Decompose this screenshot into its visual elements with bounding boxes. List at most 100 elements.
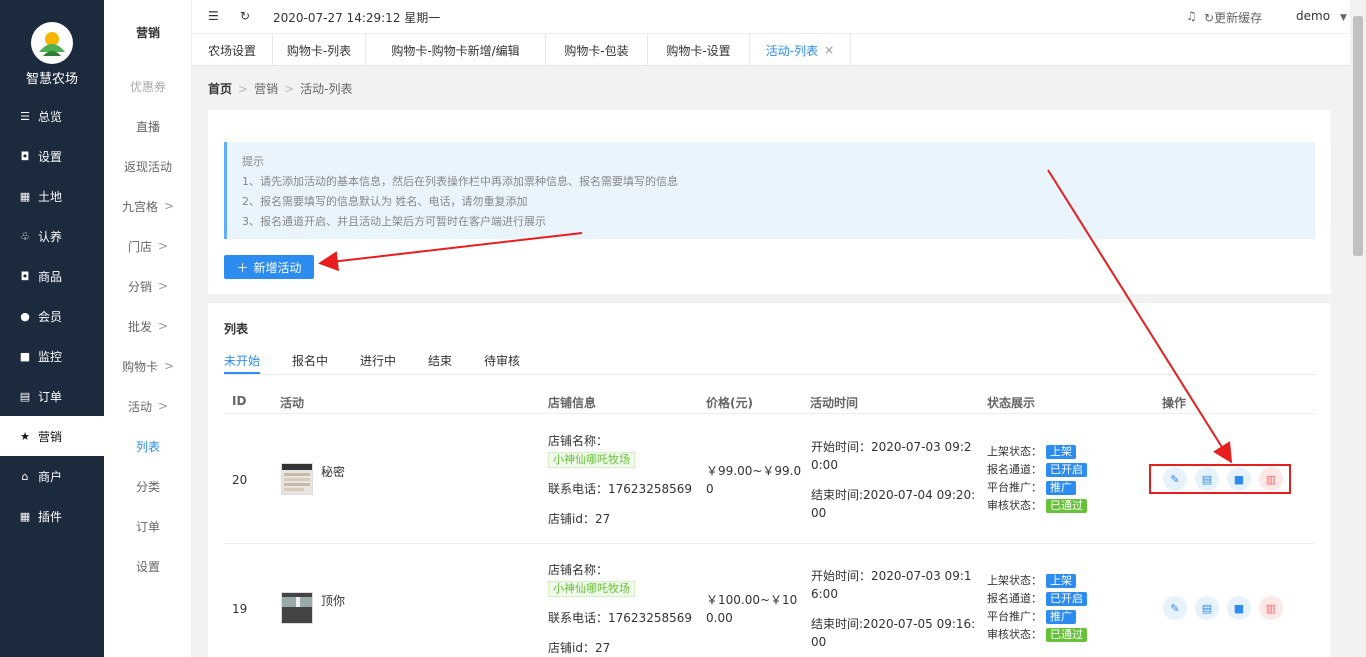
- sliders-icon: ☰: [20, 109, 30, 123]
- shop-name-label: 店铺名称：: [548, 434, 609, 448]
- top-bar: ☰ ↻ 2020-07-27 14:29:12 星期一 ♫ ↻更新缓存 demo…: [192, 0, 1350, 34]
- tips-line: 2、报名需要填写的信息默认为 姓名、电话，请勿重复添加: [242, 195, 528, 208]
- submenu-item-live[interactable]: 直播: [104, 106, 192, 146]
- bell-icon[interactable]: ♫: [1186, 9, 1197, 23]
- sidebar-item-adopt[interactable]: ♧ 认养: [0, 216, 104, 256]
- clipboard-icon: ■: [1233, 601, 1245, 615]
- shop-name-tag: 小神仙哪吒牧场: [548, 581, 635, 597]
- sidebar-item-orders[interactable]: ▤ 订单: [0, 376, 104, 416]
- tab-giftcard-edit[interactable]: 购物卡-购物卡新增/编辑: [366, 34, 546, 66]
- chevron-right-icon: >: [163, 199, 175, 213]
- sidebar-item-plugins[interactable]: ▦ 插件: [0, 496, 104, 536]
- page-tabs: 农场设置 购物卡-列表 购物卡-购物卡新增/编辑 购物卡-包装 购物卡-设置 活…: [192, 34, 1350, 66]
- grid-icon: ▦: [19, 509, 31, 523]
- shop-name-tag: 小神仙哪吒牧场: [548, 452, 635, 468]
- tab-ended[interactable]: 结束: [428, 352, 452, 369]
- main-sidebar: 智慧农场 ☰ 总览 ◘ 设置 ▦ 土地 ♧ 认养 ◘ 商品 ● 会员 ■ 监控 ▤ 订单 ★ 营销…: [0, 0, 104, 657]
- column-header-activity: 活动: [280, 396, 305, 410]
- chevron-right-icon: >: [157, 239, 169, 253]
- sidebar-item-goods[interactable]: ◘ 商品: [0, 256, 104, 296]
- tab-in-progress[interactable]: 进行中: [360, 352, 396, 369]
- price-range: ￥100.00~￥10 0.00: [706, 593, 798, 625]
- tickets-button[interactable]: ▤: [1195, 596, 1219, 620]
- sidebar-item-marketing[interactable]: ★ 营销: [0, 416, 104, 456]
- row-id: 20: [232, 473, 248, 487]
- shop-id: 店铺id：27: [548, 512, 611, 526]
- breadcrumb-home[interactable]: 首页: [208, 82, 232, 96]
- status-badge: 已开启: [1046, 463, 1087, 477]
- sidebar-item-settings[interactable]: ◘ 设置: [0, 136, 104, 176]
- tab-activity-list[interactable]: 活动-列表 ×: [750, 34, 851, 66]
- activity-name: 顶你: [321, 594, 346, 608]
- tab-giftcard-pack[interactable]: 购物卡-包装: [546, 34, 648, 66]
- row-divider: [224, 543, 1315, 544]
- user-menu[interactable]: demo ▼: [1296, 9, 1347, 23]
- edit-button[interactable]: ✎: [1163, 596, 1187, 620]
- activity-name: 秘密: [321, 465, 346, 479]
- sidebar-item-monitor[interactable]: ■ 监控: [0, 336, 104, 376]
- datetime: 2020-07-27 14:29:12 星期一: [273, 11, 441, 25]
- submenu-item-distribution[interactable]: 分销 >: [104, 266, 192, 306]
- row-id: 19: [232, 602, 248, 616]
- tab-farm-settings[interactable]: 农场设置: [192, 34, 273, 66]
- sidebar-item-overview[interactable]: ☰ 总览: [0, 96, 104, 136]
- submenu-item-activity-settings[interactable]: 设置: [104, 546, 192, 586]
- scrollbar-thumb[interactable]: [1353, 16, 1363, 256]
- tips-title: 提示: [242, 155, 264, 168]
- submenu-item-giftcard[interactable]: 购物卡 >: [104, 346, 192, 386]
- brand-name: 智慧农场: [25, 72, 78, 87]
- chevron-right-icon: >: [163, 359, 175, 373]
- submenu-item-activity[interactable]: 活动 >: [104, 386, 192, 426]
- status-badge: 已开启: [1046, 592, 1087, 606]
- user-icon: ●: [20, 309, 30, 323]
- submenu-item-wholesale[interactable]: 批发 >: [104, 306, 192, 346]
- shop-icon: ⌂: [21, 469, 29, 483]
- close-icon[interactable]: ×: [824, 43, 834, 57]
- tab-giftcard-settings[interactable]: 购物卡-设置: [648, 34, 750, 66]
- add-activity-button[interactable]: ＋新增活动: [224, 255, 314, 279]
- tips-line: 3、报名通道开启、并且活动上架后方可暂时在客户端进行展示: [242, 215, 546, 228]
- submenu-item-activity-orders[interactable]: 订单: [104, 506, 192, 546]
- column-header-status: 状态展示: [987, 396, 1036, 410]
- tab-not-started[interactable]: 未开始: [224, 352, 260, 369]
- column-header-actions: 操作: [1162, 396, 1187, 410]
- submenu-item-ninegrid[interactable]: 九宫格 >: [104, 186, 192, 226]
- activity-thumbnail[interactable]: [281, 592, 313, 624]
- chevron-right-icon: >: [157, 319, 169, 333]
- shop-phone: 联系电话：17623258569: [548, 611, 692, 625]
- plus-icon: ＋: [236, 260, 249, 275]
- end-time: 结束时间:2020-07-05 09:16: 00: [811, 617, 976, 649]
- activity-thumbnail[interactable]: [281, 463, 313, 495]
- tips-line: 1、请先添加活动的基本信息，然后在列表操作栏中再添加票种信息、报名需要填写的信息: [242, 175, 678, 188]
- breadcrumb-separator-icon: >: [238, 82, 249, 96]
- sidebar-item-merchants[interactable]: ⌂ 商户: [0, 456, 104, 496]
- form-fields-button[interactable]: ■: [1227, 596, 1251, 620]
- refresh-cache-button[interactable]: ↻更新缓存: [1204, 9, 1262, 26]
- scrollbar[interactable]: [1350, 0, 1366, 657]
- tab-registering[interactable]: 报名中: [292, 352, 328, 369]
- clipboard-icon: ▤: [19, 389, 31, 403]
- bag-icon: ◘: [20, 149, 30, 163]
- tab-giftcard-list[interactable]: 购物卡-列表: [273, 34, 366, 66]
- submenu-item-activity-list[interactable]: 列表: [104, 426, 192, 466]
- pencil-icon: ✎: [1170, 601, 1180, 615]
- submenu-item-coupons[interactable]: 优惠券: [104, 66, 192, 106]
- submenu-item-activity-category[interactable]: 分类: [104, 466, 192, 506]
- start-time: 开始时间：2020-07-03 09:2 0:00: [811, 440, 972, 472]
- refresh-icon[interactable]: ↻: [240, 9, 250, 23]
- sub-sidebar: 营销 优惠券 直播 返现活动 九宫格 > 门店 > 分销 > 批发 > 购物卡 > 活动 >…: [104, 0, 192, 657]
- sidebar-item-members[interactable]: ● 会员: [0, 296, 104, 336]
- header-divider: [224, 413, 1315, 414]
- submenu-item-stores[interactable]: 门店 >: [104, 226, 192, 266]
- star-icon: ★: [20, 429, 30, 443]
- breadcrumb-marketing[interactable]: 营销: [254, 82, 278, 96]
- shop-name-label: 店铺名称：: [548, 563, 609, 577]
- menu-toggle-icon[interactable]: ☰: [208, 9, 219, 23]
- camera-icon: ■: [19, 349, 31, 363]
- submenu-item-cashback[interactable]: 返现活动: [104, 146, 192, 186]
- grid-icon: ▦: [19, 189, 31, 203]
- sidebar-item-land[interactable]: ▦ 土地: [0, 176, 104, 216]
- breadcrumb-current: 活动-列表: [300, 82, 353, 96]
- delete-button[interactable]: ▥: [1259, 596, 1283, 620]
- tab-pending-review[interactable]: 待审核: [484, 352, 520, 369]
